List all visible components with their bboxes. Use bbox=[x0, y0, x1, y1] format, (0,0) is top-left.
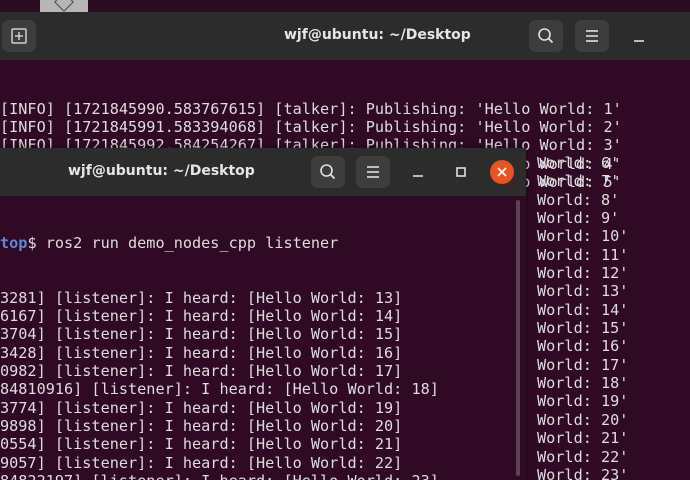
new-tab-icon bbox=[11, 28, 27, 44]
menu-button[interactable] bbox=[575, 20, 609, 52]
log-line: 9057] [listener]: I heard: [Hello World:… bbox=[0, 453, 403, 472]
minimize-button[interactable] bbox=[627, 25, 651, 49]
log-line: 0982] [listener]: I heard: [Hello World:… bbox=[0, 362, 403, 381]
window-title: wjf@ubuntu: ~/Desktop bbox=[68, 163, 255, 179]
log-line: World: 14' bbox=[537, 300, 629, 319]
listener-log-lines: 3281] [listener]: I heard: [Hello World:… bbox=[0, 289, 526, 480]
top-strip bbox=[0, 0, 690, 12]
home-tab[interactable] bbox=[40, 0, 88, 12]
minimize-icon bbox=[634, 40, 644, 42]
search-icon bbox=[538, 28, 554, 44]
search-button[interactable] bbox=[529, 20, 563, 52]
log-line: World: 20' bbox=[537, 410, 629, 429]
log-line: World: 13' bbox=[537, 282, 629, 301]
close-icon bbox=[497, 167, 507, 177]
log-line: World: 15' bbox=[537, 319, 629, 338]
talker-log-right-column: World: 6' World: 7' World: 8' World: 9' Worl… bbox=[537, 154, 628, 480]
window-title: wjf@ubuntu: ~/Desktop bbox=[284, 27, 471, 43]
listener-titlebar[interactable]: wjf@ubuntu: ~/Desktop bbox=[0, 148, 526, 196]
log-line: World: 7' bbox=[537, 172, 620, 191]
search-button[interactable] bbox=[311, 156, 345, 188]
listener-terminal-output[interactable]: top$ ros2 run demo_nodes_cpp listener 32… bbox=[0, 197, 526, 480]
log-line: 3704] [listener]: I heard: [Hello World:… bbox=[0, 325, 403, 344]
log-line: World: 11' bbox=[537, 245, 629, 264]
maximize-icon bbox=[456, 167, 466, 177]
log-line: 6167] [listener]: I heard: [Hello World:… bbox=[0, 307, 403, 326]
log-line: World: 17' bbox=[537, 355, 629, 374]
log-line: 3774] [listener]: I heard: [Hello World:… bbox=[0, 398, 403, 417]
talker-titlebar[interactable]: wjf@ubuntu: ~/Desktop bbox=[0, 12, 690, 60]
log-line: World: 19' bbox=[537, 392, 629, 411]
log-line: [INFO] [1721845991.583394068] [talker]: … bbox=[0, 118, 622, 137]
menu-button[interactable] bbox=[356, 156, 390, 188]
prompt-command: $ ros2 run demo_nodes_cpp listener bbox=[27, 233, 339, 252]
log-line: 3428] [listener]: I heard: [Hello World:… bbox=[0, 343, 403, 362]
log-line: World: 9' bbox=[537, 209, 620, 228]
log-line: [INFO] [1721845990.583767615] [talker]: … bbox=[0, 99, 622, 118]
search-icon bbox=[320, 164, 336, 180]
log-line: World: 23' bbox=[537, 465, 629, 480]
log-line: 9898] [listener]: I heard: [Hello World:… bbox=[0, 417, 403, 436]
log-line: World: 8' bbox=[537, 190, 620, 209]
log-line: World: 6' bbox=[537, 154, 620, 172]
listener-terminal-window[interactable]: wjf@ubuntu: ~/Desktop top$ ros2 run demo… bbox=[0, 148, 526, 480]
minimize-button[interactable] bbox=[406, 160, 430, 184]
minimize-icon bbox=[413, 175, 423, 177]
log-line: World: 10' bbox=[537, 227, 629, 246]
hamburger-menu-icon bbox=[367, 166, 379, 178]
log-line: 84810916] [listener]: I heard: [Hello Wo… bbox=[0, 380, 439, 399]
log-line: 0554] [listener]: I heard: [Hello World:… bbox=[0, 435, 403, 454]
hamburger-menu-icon bbox=[586, 30, 598, 42]
log-line: World: 12' bbox=[537, 264, 629, 283]
command-prompt: top$ ros2 run demo_nodes_cpp listener bbox=[0, 234, 526, 252]
log-line: World: 22' bbox=[537, 447, 629, 466]
home-icon bbox=[54, 0, 74, 12]
maximize-button[interactable] bbox=[449, 160, 473, 184]
log-line: World: 18' bbox=[537, 374, 629, 393]
log-line: World: 21' bbox=[537, 429, 629, 448]
listener-scrollbar[interactable] bbox=[516, 200, 520, 476]
log-line: 84822197] [listener]: I heard: [Hello Wo… bbox=[0, 472, 526, 480]
log-line: World: 16' bbox=[537, 337, 629, 356]
log-line: 3281] [listener]: I heard: [Hello World:… bbox=[0, 288, 403, 307]
prompt-path: top bbox=[0, 233, 28, 252]
close-button[interactable] bbox=[490, 160, 514, 184]
new-tab-button[interactable] bbox=[2, 20, 36, 52]
